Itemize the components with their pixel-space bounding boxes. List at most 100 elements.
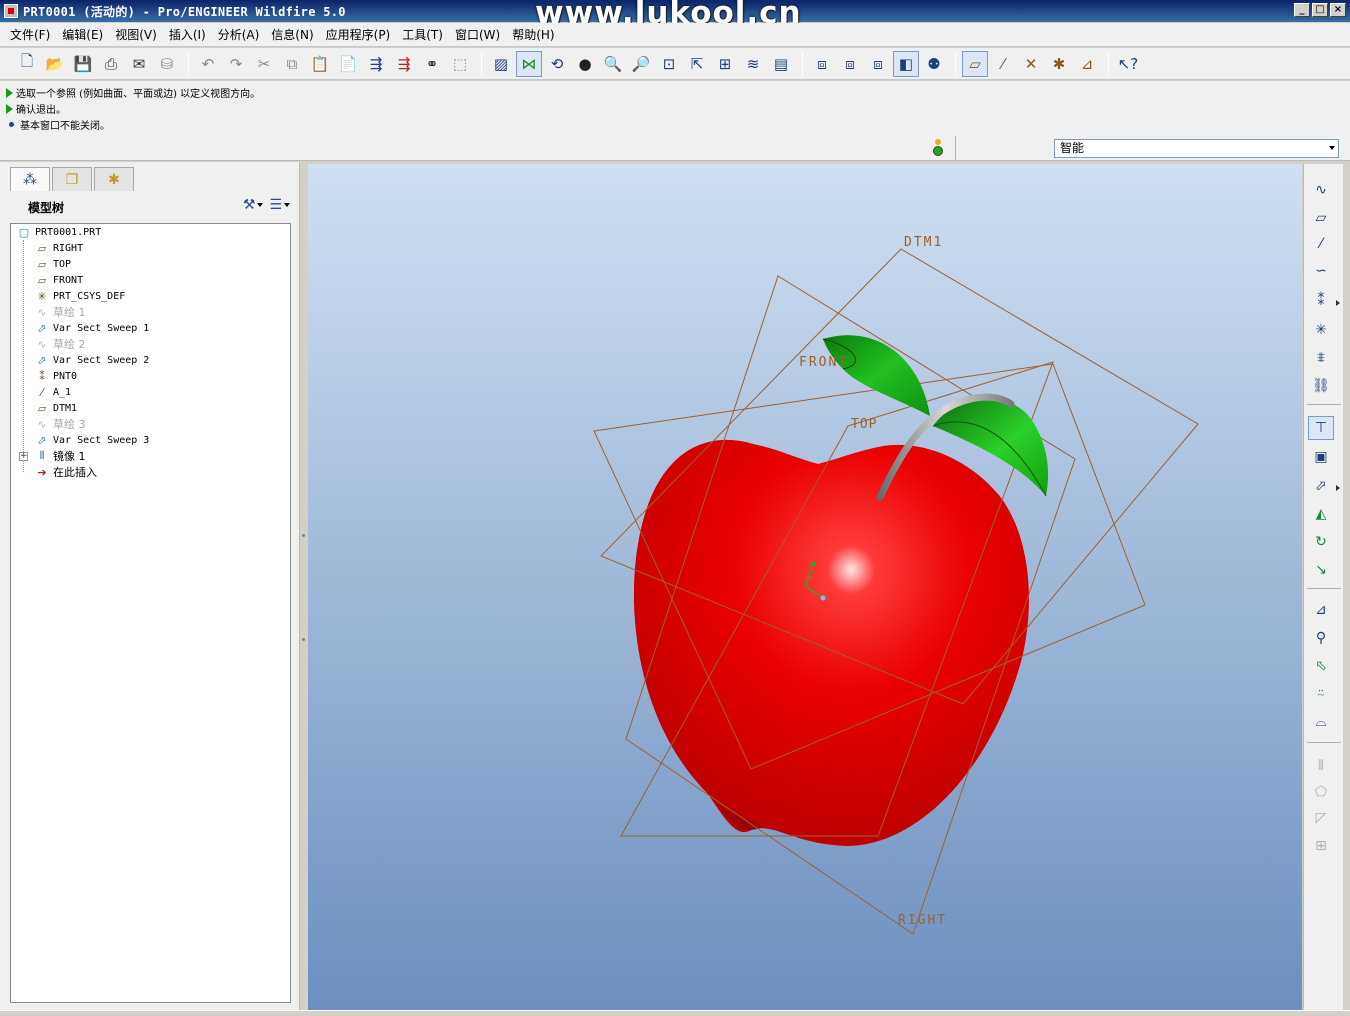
tree-item[interactable]: ⫴ 镜像 1 bbox=[33, 448, 86, 464]
new-file-icon[interactable]: 🗋 bbox=[14, 51, 40, 77]
enhanced-realism-icon[interactable]: ⚉ bbox=[921, 51, 947, 77]
app-icon[interactable] bbox=[4, 4, 18, 18]
expand-toggle[interactable]: + bbox=[19, 452, 28, 461]
menu-help[interactable]: 帮助(H) bbox=[506, 26, 560, 43]
datum-axis-display-icon[interactable]: ⁄ bbox=[990, 51, 1016, 77]
layers-icon[interactable]: ≋ bbox=[740, 51, 766, 77]
tree-item[interactable]: ∿ 草绘 1 bbox=[33, 304, 85, 320]
maximize-button[interactable]: □ bbox=[1312, 3, 1328, 17]
regen-manager-icon[interactable]: ⇶ bbox=[391, 51, 417, 77]
tree-item[interactable]: ▱ RIGHT bbox=[33, 240, 83, 256]
tree-item[interactable]: ∿ 草绘 2 bbox=[33, 336, 85, 352]
hole-icon[interactable]: ↻ bbox=[1308, 530, 1334, 554]
datum-point-display-icon[interactable]: ✕ bbox=[1018, 51, 1044, 77]
refit-icon[interactable]: ⊡ bbox=[656, 51, 682, 77]
tree-item[interactable]: ⬀ Var Sect Sweep 3 bbox=[33, 432, 149, 448]
pattern-tool-icon[interactable]: ⊞ bbox=[1308, 834, 1334, 858]
shading-icon[interactable]: ◧ bbox=[893, 50, 919, 77]
saved-views-icon[interactable]: ⊞ bbox=[712, 51, 738, 77]
menu-analysis[interactable]: 分析(A) bbox=[212, 26, 266, 43]
datum-plane-display-icon[interactable]: ▱ bbox=[962, 50, 988, 77]
reorient-icon[interactable]: ⇱ bbox=[684, 51, 710, 77]
tab-favorites[interactable]: ✱ bbox=[94, 167, 134, 191]
tree-item[interactable]: ➔ 在此插入 bbox=[33, 464, 97, 480]
sketch-tool-icon[interactable]: ∿ bbox=[1308, 178, 1334, 202]
redo-icon[interactable]: ↷ bbox=[223, 51, 249, 77]
selection-filter-select[interactable]: 智能 bbox=[1054, 139, 1339, 158]
save-icon[interactable]: 💾 bbox=[70, 51, 96, 77]
status-light-icon[interactable] bbox=[930, 139, 946, 159]
tree-item[interactable]: ▱ DTM1 bbox=[33, 400, 77, 416]
csys-tool-icon[interactable]: ✳ bbox=[1308, 318, 1334, 342]
menu-window[interactable]: 窗口(W) bbox=[449, 26, 506, 43]
style-icon[interactable]: ⌓ bbox=[1308, 710, 1334, 734]
datum-plane-tool-icon[interactable]: ▱ bbox=[1308, 206, 1334, 230]
chevron-down-icon[interactable] bbox=[1329, 146, 1335, 150]
menu-info[interactable]: 信息(N) bbox=[265, 26, 319, 43]
round-icon[interactable]: ↘ bbox=[1308, 558, 1334, 582]
rib-icon[interactable]: ⚲ bbox=[1308, 626, 1334, 650]
menu-edit[interactable]: 编辑(E) bbox=[56, 26, 109, 43]
paste-icon[interactable]: 📋 bbox=[307, 51, 333, 77]
blend-icon[interactable]: ◭ bbox=[1308, 502, 1334, 526]
email-icon[interactable]: ✉ bbox=[126, 51, 152, 77]
more-arrow-icon[interactable] bbox=[1336, 485, 1340, 491]
shell-icon[interactable]: ⊿ bbox=[1308, 598, 1334, 622]
open-folder-icon[interactable]: 📂 bbox=[42, 51, 68, 77]
trim-tool-icon[interactable]: ◸ bbox=[1308, 806, 1334, 830]
cut-icon[interactable]: ✂ bbox=[251, 51, 277, 77]
appearance-icon[interactable]: ● bbox=[572, 51, 598, 77]
tree-item[interactable]: ✳ PRT_CSYS_DEF bbox=[33, 288, 125, 304]
panel-splitter[interactable] bbox=[300, 430, 308, 641]
datum-curve-tool-icon[interactable]: ∽ bbox=[1308, 259, 1334, 283]
menu-view[interactable]: 视图(V) bbox=[109, 26, 163, 43]
tree-item[interactable]: ⁄ A_1 bbox=[33, 384, 71, 400]
undo-icon[interactable]: ↶ bbox=[195, 51, 221, 77]
spin-center-icon[interactable]: ⋈ bbox=[516, 50, 542, 77]
annotation-display-icon[interactable]: ⊿ bbox=[1074, 51, 1100, 77]
menu-file[interactable]: 文件(F) bbox=[4, 26, 56, 43]
close-button[interactable]: × bbox=[1330, 3, 1346, 17]
more-arrow-icon[interactable] bbox=[1336, 300, 1340, 306]
datum-axis-tool-icon[interactable]: ⁄ bbox=[1308, 232, 1334, 256]
extrude-icon[interactable]: ⊤ bbox=[1308, 416, 1334, 440]
tree-item[interactable]: ⁑ PNT0 bbox=[33, 368, 77, 384]
tree-item[interactable]: ⬀ Var Sect Sweep 1 bbox=[33, 320, 149, 336]
placeholder-icon[interactable]: ⛓ bbox=[1308, 374, 1334, 398]
copy-icon[interactable]: ⧉ bbox=[279, 51, 305, 77]
datum-point-tool-icon[interactable]: ⁑ bbox=[1308, 289, 1334, 313]
warp-icon[interactable]: ⍨ bbox=[1308, 682, 1334, 706]
print-icon[interactable]: ⎙ bbox=[98, 51, 124, 77]
menu-insert[interactable]: 插入(I) bbox=[163, 26, 212, 43]
tree-item[interactable]: ▱ FRONT bbox=[33, 272, 83, 288]
minimize-button[interactable]: _ bbox=[1294, 3, 1310, 17]
select-box-icon[interactable]: ⬚ bbox=[447, 51, 473, 77]
context-help-icon[interactable]: ↖? bbox=[1115, 51, 1141, 77]
chevron-down-icon[interactable] bbox=[257, 203, 264, 207]
tab-folder-browser[interactable]: ❐ bbox=[52, 167, 92, 191]
graphics-window[interactable]: DTM1 FRONT TOP RIGHT bbox=[308, 164, 1302, 1010]
tree-item[interactable]: ⬀ Var Sect Sweep 2 bbox=[33, 352, 149, 368]
tree-item[interactable]: ▢ PRT0001.PRT bbox=[15, 224, 101, 240]
find-icon[interactable]: ⚭ bbox=[419, 51, 445, 77]
zoom-in-icon[interactable]: 🔍 bbox=[600, 51, 626, 77]
paste-special-icon[interactable]: 📄 bbox=[335, 51, 361, 77]
attach-icon[interactable]: ⛁ bbox=[154, 51, 180, 77]
variable-section-sweep-icon[interactable]: ⬀ bbox=[1308, 474, 1334, 498]
menu-tools[interactable]: 工具(T) bbox=[396, 26, 449, 43]
orient-mode-icon[interactable]: ⟲ bbox=[544, 51, 570, 77]
tree-show-icon[interactable]: ☰ bbox=[269, 197, 282, 213]
tree-item[interactable]: ▱ TOP bbox=[33, 256, 71, 272]
tree-settings-icon[interactable]: ⚒ bbox=[243, 197, 256, 213]
menu-applications[interactable]: 应用程序(P) bbox=[320, 26, 397, 43]
regenerate-icon[interactable]: ⇶ bbox=[363, 51, 389, 77]
tree-item[interactable]: ∿ 草绘 3 bbox=[33, 416, 85, 432]
csys-display-icon[interactable]: ✱ bbox=[1046, 51, 1072, 77]
mirror-tool-icon[interactable]: ⫴ bbox=[1308, 754, 1334, 778]
no-hidden-icon[interactable]: ⧈ bbox=[865, 51, 891, 77]
wireframe-icon[interactable]: ⧈ bbox=[809, 51, 835, 77]
tab-model-tree[interactable]: ⁂ bbox=[10, 167, 50, 191]
hidden-line-icon[interactable]: ⧈ bbox=[837, 51, 863, 77]
merge-tool-icon[interactable]: ⬠ bbox=[1308, 780, 1334, 804]
analysis-feature-icon[interactable]: ⩨ bbox=[1308, 346, 1334, 370]
